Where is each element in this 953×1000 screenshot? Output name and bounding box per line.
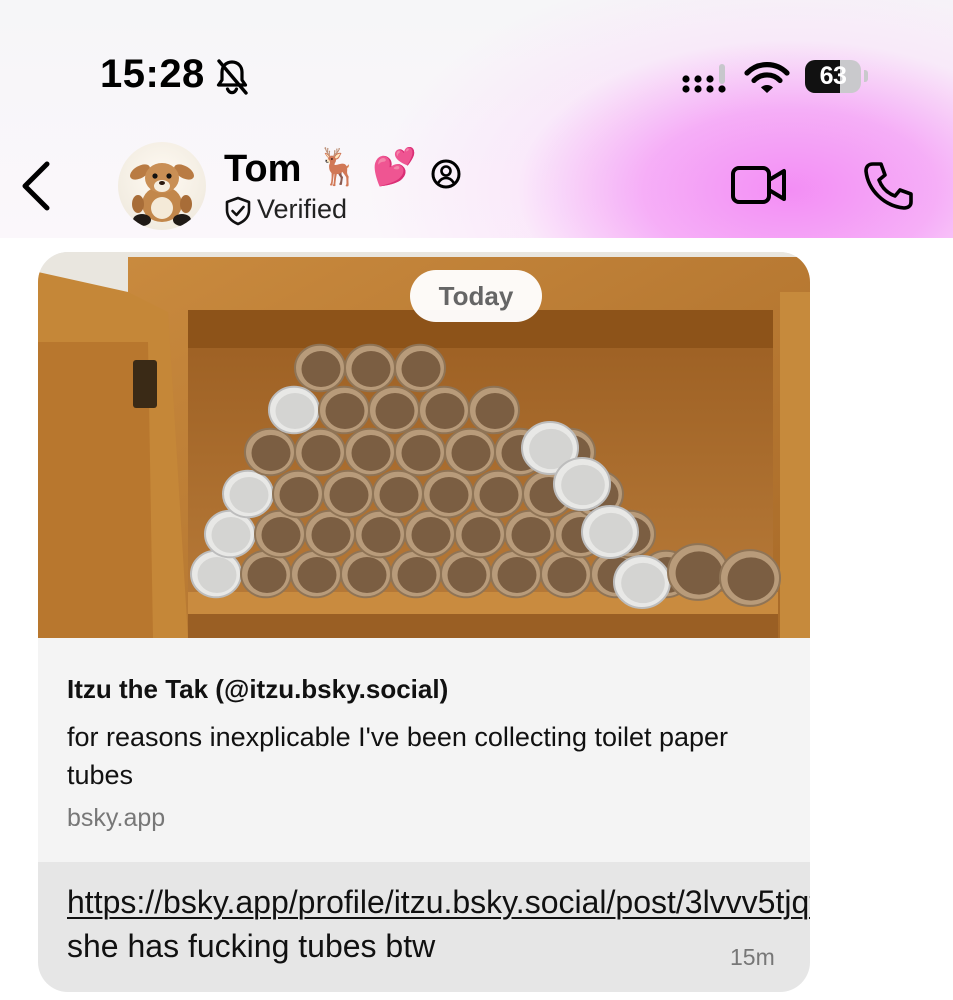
two-hearts-emoji: 💕 xyxy=(372,147,417,188)
shield-check-icon xyxy=(224,196,252,231)
deer-plush-avatar-image xyxy=(130,163,194,226)
wifi-icon xyxy=(744,62,790,99)
deer-emoji: 🦌 xyxy=(316,147,361,188)
link-preview-title: Itzu the Tak (@itzu.bsky.social) xyxy=(67,674,449,704)
message-text: https://bsky.app/profile/itzu.bsky.socia… xyxy=(67,880,810,968)
message-body: she has fucking tubes btw xyxy=(67,928,436,964)
video-camera-icon xyxy=(731,166,786,204)
chat-header: 15:28 63 Tom 🦌 💕 Verified xyxy=(0,0,953,238)
back-button[interactable] xyxy=(14,158,58,214)
message-timestamp: 15m xyxy=(730,944,775,970)
avatar[interactable] xyxy=(118,142,206,230)
person-circle-icon xyxy=(430,158,462,195)
chevron-left-icon xyxy=(22,161,50,211)
battery-icon: 63 xyxy=(805,60,861,93)
message-bubble[interactable]: Today Itzu the Tak (@itzu.bsky.social) f… xyxy=(38,252,810,992)
verified-label: Verified xyxy=(257,194,348,224)
battery-level: 63 xyxy=(819,62,847,90)
link-preview-description: for reasons inexplicable I've been colle… xyxy=(67,722,729,790)
status-time: 15:28 xyxy=(100,52,205,96)
cellular-signal-icon xyxy=(682,62,732,99)
bell-slash-icon xyxy=(214,58,250,101)
message-link[interactable]: https://bsky.app/profile/itzu.bsky.socia… xyxy=(67,884,810,920)
link-preview[interactable]: Itzu the Tak (@itzu.bsky.social) for rea… xyxy=(38,638,810,862)
contact-name[interactable]: Tom xyxy=(224,148,301,191)
date-divider: Today xyxy=(410,270,542,322)
link-preview-domain: bsky.app xyxy=(67,804,166,832)
phone-icon xyxy=(864,162,913,210)
video-call-button[interactable] xyxy=(730,162,788,213)
audio-call-button[interactable] xyxy=(862,160,914,217)
